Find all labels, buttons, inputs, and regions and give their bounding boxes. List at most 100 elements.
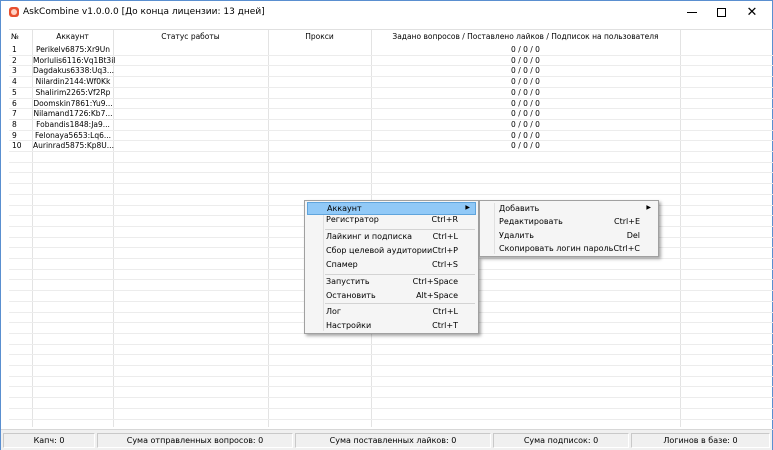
row-divider	[9, 183, 773, 185]
menu-item-shortcut: Ctrl+T	[432, 321, 458, 330]
menu-item-label: Сбор целевой аудитории	[326, 246, 433, 255]
row-account: Perikelv6875:Xr9Un	[35, 45, 111, 54]
row-number: 8	[12, 119, 17, 129]
menu-item-shortcut: Ctrl+E	[614, 217, 640, 226]
menu-item-shortcut: Del	[626, 231, 640, 240]
row-number: 3	[12, 66, 17, 76]
menu-item-shortcut: Alt+Space	[416, 291, 458, 300]
status-captcha: Капч: 0	[3, 433, 95, 448]
column-header-stats[interactable]: Задано вопросов / Поставлено лайков / По…	[371, 32, 680, 41]
account-submenu: Добавить ▶ Редактировать Ctrl+E Удалить Del Ск…	[479, 200, 659, 257]
menu-item-label: Скопировать логин пароль	[499, 244, 614, 253]
menu-item-shortcut: Ctrl+L	[432, 307, 458, 316]
row-divider	[9, 397, 773, 399]
column-header-status[interactable]: Статус работы	[113, 32, 268, 41]
column-divider[interactable]	[268, 30, 269, 427]
context-menu-item-2[interactable]: Лайкинг и подписка Ctrl+L	[307, 231, 476, 244]
row-divider	[9, 172, 773, 174]
menu-item-label: Аккаунт	[327, 204, 362, 213]
submenu-item-2[interactable]: Удалить Del	[482, 230, 656, 243]
column-header-proxy[interactable]: Прокси	[268, 32, 371, 41]
row-divider	[9, 193, 773, 195]
row-account: Morlulis6116:Vq1Bt3il	[33, 55, 116, 65]
menu-item-label: Спамер	[326, 260, 358, 269]
row-number: 9	[12, 130, 17, 140]
menu-item-shortcut: Ctrl+L	[432, 232, 458, 241]
status-likes-sum: Сума поставленных лайков: 0	[295, 433, 491, 448]
row-number: 2	[12, 55, 17, 65]
row-account: Fobandis1848:Ja9...	[36, 119, 110, 129]
row-account: Nilardin2144:Wf0Kk	[35, 77, 111, 87]
row-number: 5	[12, 87, 17, 97]
column-header-num[interactable]: №	[11, 32, 25, 41]
context-menu-item-8[interactable]: Настройки Ctrl+T	[307, 320, 476, 333]
submenu-arrow-icon: ▶	[465, 204, 470, 211]
close-button[interactable]: ✕	[732, 1, 772, 23]
status-bar: Капч: 0 Сума отправленных вопросов: 0 Су…	[1, 429, 772, 450]
window-title: AskCombine v1.0.0.0 [До конца лицензии: …	[23, 7, 265, 17]
minimize-icon	[687, 11, 697, 13]
row-stats: 0 / 0 / 0	[511, 119, 540, 129]
row-number: 1	[12, 45, 17, 54]
row-stats: 0 / 0 / 0	[511, 130, 540, 140]
menu-item-label: Запустить	[326, 277, 370, 286]
title-bar[interactable]: AskCombine v1.0.0.0 [До конца лицензии: …	[1, 1, 772, 25]
submenu-arrow-icon: ▶	[646, 204, 651, 211]
row-number: 7	[12, 109, 17, 119]
submenu-item-1[interactable]: Редактировать Ctrl+E	[482, 216, 656, 229]
row-number: 4	[12, 77, 17, 87]
row-stats: 0 / 0 / 0	[511, 109, 540, 119]
row-divider	[9, 418, 773, 420]
status-subscriptions-sum: Сума подписок: 0	[493, 433, 629, 448]
row-number: 10	[12, 141, 22, 151]
row-stats: 0 / 0 / 0	[511, 87, 540, 97]
row-stats: 0 / 0 / 0	[511, 141, 540, 151]
column-divider[interactable]	[113, 30, 114, 427]
menu-item-label: Лог	[326, 307, 342, 316]
context-menu-item-3[interactable]: Сбор целевой аудитории Ctrl+P	[307, 245, 476, 258]
row-divider	[9, 407, 773, 409]
menu-item-label: Остановить	[326, 291, 376, 300]
menu-item-shortcut: Ctrl+Space	[412, 277, 458, 286]
maximize-icon	[716, 7, 726, 17]
menu-item-label: Настройки	[326, 321, 372, 330]
row-divider	[9, 161, 773, 163]
app-logo-icon	[9, 7, 19, 17]
row-account: Dagdakus6338:Uq3...	[33, 66, 115, 76]
row-stats: 0 / 0 / 0	[511, 77, 540, 87]
row-divider	[9, 386, 773, 388]
context-menu-item-6[interactable]: Остановить Alt+Space	[307, 290, 476, 303]
row-stats: 0 / 0 / 0	[511, 45, 540, 54]
row-account: Nilamand1726:Kb7...	[33, 109, 113, 119]
context-menu-item-7[interactable]: Лог Ctrl+L	[307, 306, 476, 319]
status-logins-in-db: Логинов в базе: 0	[631, 433, 770, 448]
column-header-account[interactable]: Аккаунт	[32, 32, 113, 41]
context-menu-item-1[interactable]: Регистратор Ctrl+R	[307, 214, 476, 227]
row-divider	[9, 354, 773, 356]
column-divider[interactable]	[680, 30, 681, 427]
app-window: AskCombine v1.0.0.0 [До конца лицензии: …	[0, 0, 773, 450]
menu-item-label: Удалить	[499, 231, 534, 240]
row-divider	[9, 375, 773, 377]
context-menu-item-4[interactable]: Спамер Ctrl+S	[307, 259, 476, 272]
submenu-item-0[interactable]: Добавить ▶	[482, 203, 656, 216]
row-number: 6	[12, 98, 17, 108]
row-account: Doomskin7861:Yu9...	[33, 98, 113, 108]
row-divider	[9, 151, 773, 152]
row-account: Aurinrad5875:Kp8U...	[33, 141, 114, 151]
submenu-item-3[interactable]: Скопировать логин пароль Ctrl+C	[482, 243, 656, 256]
row-divider	[9, 365, 773, 366]
row-account: Shalirim2265:Vf2Rp	[35, 87, 111, 97]
menu-item-shortcut: Ctrl+R	[431, 215, 459, 224]
menu-separator	[325, 303, 475, 304]
menu-item-shortcut: Ctrl+P	[432, 246, 458, 255]
row-stats: 0 / 0 / 0	[511, 66, 540, 76]
context-menu: Аккаунт ▶ Регистратор Ctrl+R Лайкинг и подпи…	[304, 200, 479, 334]
menu-item-shortcut: Ctrl+S	[431, 260, 458, 269]
row-account: Felonaya5653:Lq6...	[34, 130, 112, 140]
menu-item-label: Добавить	[499, 204, 540, 213]
menu-item-shortcut: Ctrl+C	[613, 244, 640, 253]
row-stats: 0 / 0 / 0	[511, 55, 540, 65]
status-questions-sent: Сума отправленных вопросов: 0	[97, 433, 293, 448]
context-menu-item-5[interactable]: Запустить Ctrl+Space	[307, 276, 476, 289]
